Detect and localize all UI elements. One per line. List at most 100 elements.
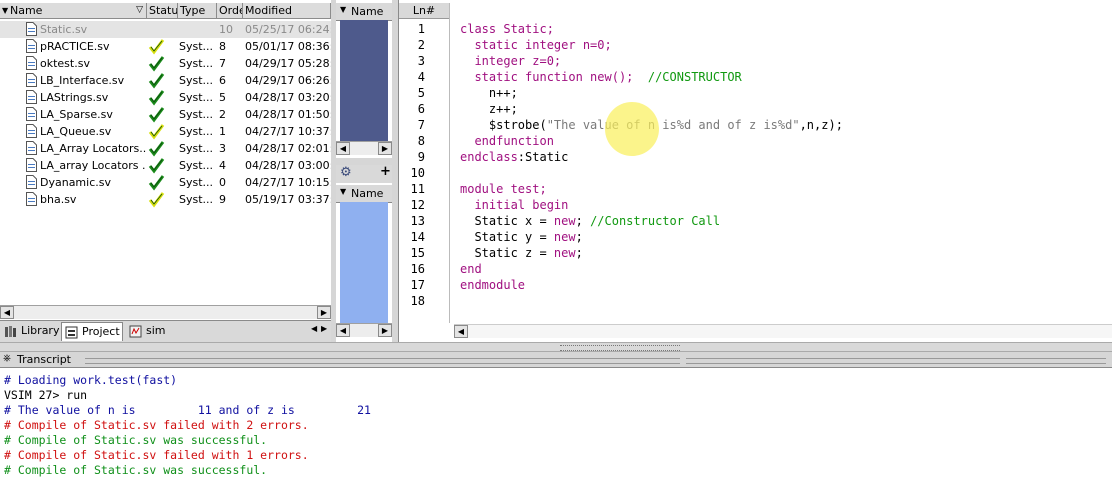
code-line[interactable]: Static x = new; //Constructor Call (460, 213, 720, 229)
code-line[interactable]: module test; (460, 181, 547, 197)
plus-icon[interactable]: + (380, 164, 391, 179)
column-header-status[interactable]: Status (147, 3, 178, 19)
transcript-line: # Compile of Static.sv was successful. (4, 433, 268, 447)
file-row[interactable]: LA_Queue.sv Syst... 1 04/27/17 10:37:5 (0, 123, 331, 140)
line-number: 17 (410, 278, 425, 292)
file-icon (26, 124, 37, 138)
transcript-splitter[interactable] (0, 342, 1112, 352)
gear-icon[interactable]: ⚙ (340, 165, 352, 180)
chevron-down-icon[interactable]: ▼ (340, 5, 346, 14)
file-order: 0 (219, 176, 226, 189)
code-line[interactable]: initial begin (460, 197, 568, 213)
compile-success-check-icon (148, 158, 165, 174)
file-row[interactable]: LA_Sparse.sv Syst... 2 04/28/17 01:50:2 (0, 106, 331, 123)
file-type: Syst... (179, 176, 214, 189)
file-type: Syst... (179, 193, 214, 206)
code-line[interactable]: Static z = new; (460, 245, 582, 261)
mid-bottom-hscroll[interactable]: ◀ ▶ (336, 323, 392, 337)
code-line[interactable]: class Static; (460, 21, 554, 37)
code-line[interactable]: integer z=0; (460, 53, 561, 69)
column-header-type[interactable]: Type (178, 3, 217, 19)
file-type: Syst... (179, 74, 214, 87)
compile-success-check-icon (148, 90, 165, 106)
filter-icon[interactable]: ▽ (136, 3, 143, 18)
file-row[interactable]: LA_Array Locators... Syst... 3 04/28/17 … (0, 140, 331, 157)
file-type: Syst... (179, 40, 214, 53)
scroll-right-icon[interactable]: ▶ (317, 306, 331, 319)
code-line[interactable]: endfunction (460, 133, 554, 149)
tab-project-label: Project (82, 325, 120, 338)
column-header-name[interactable]: ▼ Name ▽ (0, 3, 147, 19)
code-token: endfunction (460, 134, 554, 148)
tab-library[interactable]: Library (1, 322, 59, 341)
scroll-right-icon[interactable]: ▶ (378, 142, 392, 155)
file-icon (26, 141, 37, 155)
project-hscrollbar[interactable]: ◀ ▶ (0, 305, 331, 319)
file-row[interactable]: bha.sv Syst... 9 05/19/17 03:37:5 (0, 191, 331, 208)
code-line[interactable]: static function new(); //CONSTRUCTOR (460, 69, 741, 85)
file-name: Dyanamic.sv (40, 176, 111, 189)
code-line[interactable]: endmodule (460, 277, 525, 293)
transcript-icon[interactable]: ⎈ (3, 353, 11, 364)
line-number: 9 (417, 150, 425, 164)
editor-hscrollbar[interactable]: ◀ (454, 324, 1112, 338)
code-token: initial begin (460, 198, 569, 212)
transcript-grip-right[interactable] (686, 358, 1106, 364)
line-number: 6 (417, 102, 425, 116)
file-modified: 04/28/17 03:20:4 (245, 91, 331, 104)
scroll-left-icon[interactable]: ◀ (336, 324, 350, 337)
file-row[interactable]: oktest.sv Syst... 7 04/29/17 05:28:1 (0, 55, 331, 72)
file-row[interactable]: LA_array Locators ... Syst... 4 04/28/17… (0, 157, 331, 174)
transcript-line: VSIM 27> run (4, 388, 88, 402)
tab-project[interactable]: Project (61, 322, 123, 341)
tab-sim[interactable]: sim (126, 322, 168, 341)
file-row[interactable]: LAStrings.sv Syst... 5 04/28/17 03:20:4 (0, 89, 331, 106)
code-token: $strobe( (460, 118, 547, 132)
tab-scroll-right[interactable]: ▶ (321, 324, 327, 333)
line-number: 1 (417, 22, 425, 36)
column-header-order[interactable]: Order (217, 3, 243, 19)
chevron-down-icon[interactable]: ▼ (340, 187, 346, 196)
code-line[interactable]: static integer n=0; (460, 37, 612, 53)
compile-success-check-icon (148, 107, 165, 123)
column-header-modified[interactable]: Modified (243, 3, 331, 19)
code-line[interactable]: n++; (460, 85, 518, 101)
scroll-left-icon[interactable]: ◀ (336, 142, 350, 155)
line-number: 7 (417, 118, 425, 132)
file-row[interactable]: LB_Interface.sv Syst... 6 04/29/17 06:26… (0, 72, 331, 89)
code-line[interactable]: endclass:Static (460, 149, 568, 165)
file-row[interactable]: pRACTICE.sv Syst... 8 05/01/17 08:36:4 (0, 38, 331, 55)
mid-top-list[interactable] (340, 20, 388, 141)
file-icon (26, 107, 37, 121)
line-number: 10 (410, 166, 425, 180)
transcript-console[interactable]: # Loading work.test(fast) VSIM 27> run # T… (0, 368, 1112, 494)
file-row[interactable]: Static.sv 10 05/25/17 06:24:3 (0, 21, 331, 38)
compile-success-check-icon (148, 73, 165, 89)
project-tab-strip: Library Project sim ◀ ▶ (0, 320, 331, 342)
mid-bottom-header[interactable]: Name (351, 187, 383, 200)
mid-pane-top: ▼ Name ◀ ▶ (336, 0, 392, 158)
scroll-right-icon[interactable]: ▶ (378, 324, 392, 337)
file-name: LA_array Locators ... (40, 159, 146, 172)
file-icon (26, 73, 37, 87)
source-editor[interactable]: Ln# 1 2 3 4 5 6 7 8 9 10 11 12 13 14 15 16 17 18 class St… (398, 0, 1112, 342)
mid-top-hscroll[interactable]: ◀ ▶ (336, 141, 392, 155)
file-modified: 04/28/17 03:00:1 (245, 159, 331, 172)
tab-scroll-left[interactable]: ◀ (311, 324, 317, 333)
transcript-grip[interactable] (85, 358, 680, 364)
code-token: Static y = (460, 230, 554, 244)
file-order: 8 (219, 40, 226, 53)
scroll-left-icon[interactable]: ◀ (0, 306, 14, 319)
code-line[interactable]: z++; (460, 101, 518, 117)
code-line[interactable]: Static y = new; (460, 229, 582, 245)
file-row[interactable]: Dyanamic.sv Syst... 0 04/27/17 10:15:0 (0, 174, 331, 191)
transcript-line: # The value of n is 11 and of z is 21 (4, 403, 371, 417)
scroll-left-icon[interactable]: ◀ (454, 325, 468, 338)
line-number: 2 (417, 38, 425, 52)
code-line[interactable]: end (460, 261, 482, 277)
compile-warning-check-icon (148, 39, 165, 55)
code-token: static integer n=0; (460, 38, 612, 52)
file-order: 7 (219, 57, 226, 70)
mid-top-header[interactable]: Name (351, 5, 383, 18)
mid-bottom-list[interactable] (340, 202, 388, 323)
